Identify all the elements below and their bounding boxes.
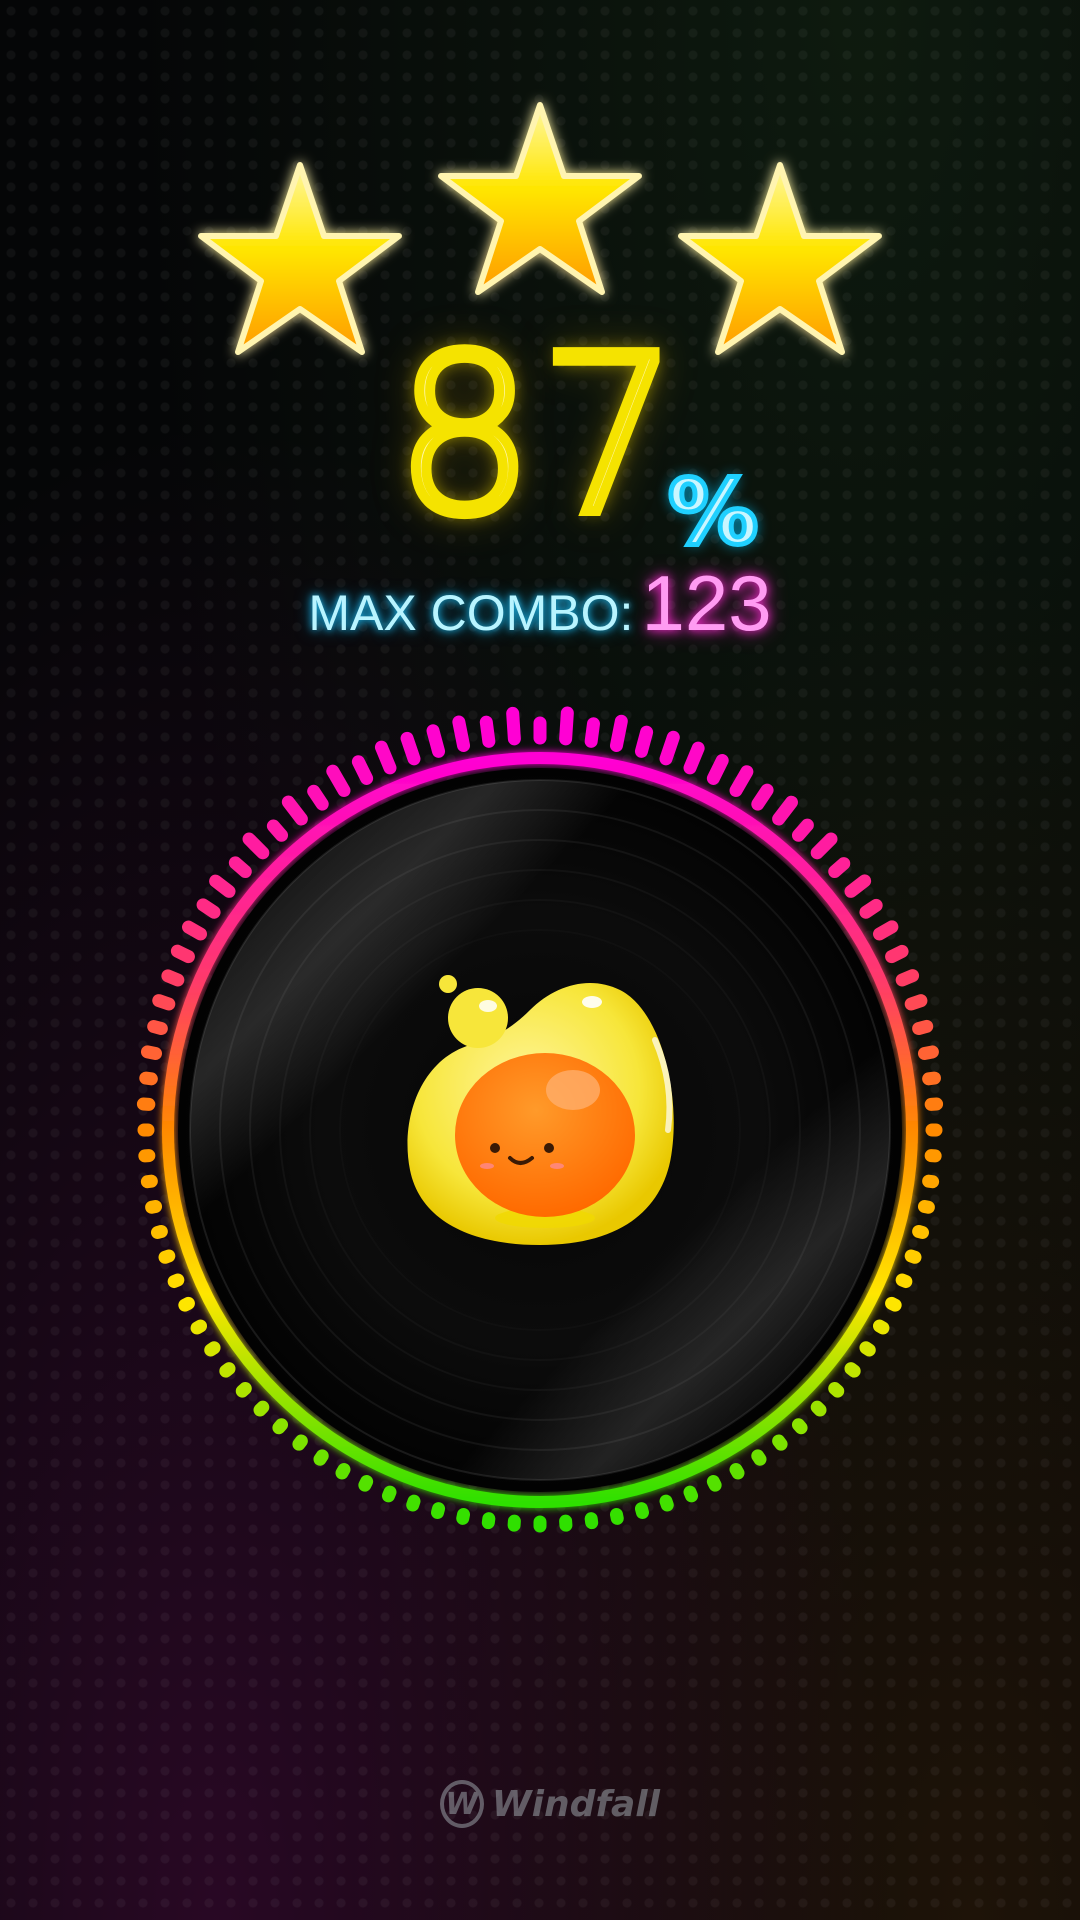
windfall-logo-text: Windfall [491,1783,660,1825]
visualizer-dot [729,765,754,798]
visualizer-dot [659,1494,674,1512]
visualizer-dot [506,706,521,746]
visualizer-dot [609,1507,624,1525]
visualizer-dot [912,1224,930,1239]
windfall-logo: W Windfall [440,1778,660,1830]
visualizer-dot [917,1199,935,1214]
visualizer-dot [751,1449,767,1466]
visualizer-dot [559,706,574,746]
visualizer-dot [219,1362,236,1378]
visualizer-dot [844,874,872,898]
visualizer-dot [772,795,798,826]
visualizer-dot [683,1485,699,1503]
visualizer-dot [810,832,838,860]
visualizer-dot [683,741,705,775]
visualizer-dot [452,715,471,753]
visualizer-dot [253,1400,270,1417]
visualizer-dot [584,717,600,748]
visualizer-dot [400,731,421,766]
visualizer-dot [872,1319,890,1335]
visualizer-dot [659,730,680,766]
visualizer-dot [828,1381,845,1398]
visualizer-dot [895,1273,913,1289]
visualizer-dot [904,1249,922,1264]
visualizer-dot [609,714,628,753]
visualizer-dot [584,1512,599,1530]
visualizer-dot [922,1174,940,1189]
visualizer-dot [922,1071,941,1086]
visualizer-dot [706,1475,722,1492]
visualizer-dot [150,1224,168,1239]
visualizer-dot [209,874,236,898]
visualizer-dot [170,944,195,964]
visualizer-dot [634,725,654,758]
visualizer-dot [161,969,185,987]
visualizer-dot [326,764,351,798]
visualizer-dot [895,969,920,987]
visualizer-dot [139,1071,158,1086]
visualizer-dot [152,994,176,1011]
visualizer-dot [358,1475,374,1492]
visualizer-dot [351,755,374,785]
visualizer-dot [479,715,496,748]
visualizer-dot [791,1418,808,1435]
visualizer-dot [204,1341,221,1357]
visualizer-dot [335,1462,351,1480]
visualizer-dot [729,1462,745,1480]
visualizer-dot [859,898,883,919]
visualizer-dot [828,857,851,879]
visualizer-dot [481,1512,496,1530]
visualizer-dot [307,784,329,811]
visualizer-dot [178,1296,195,1312]
visualizer-dot [140,1045,163,1061]
visualizer-dot [772,1434,788,1451]
visualizer-dot [158,1249,176,1264]
visualizer-dot [751,783,774,811]
visualizer-dot [885,1296,902,1312]
visualizer-dot [182,920,208,941]
visualizer-dot [235,1381,252,1398]
visualizer-dot [272,1418,289,1435]
visualizer-dot [634,1502,649,1520]
visualizer-dot [147,1019,168,1036]
visualizer-dot [281,795,308,826]
visualizer-dot [431,1502,446,1520]
visualizer-dot [374,740,397,775]
visualizer-dot [426,724,446,758]
visualizer-dot [196,898,221,919]
visualizer-dot [917,1045,939,1061]
visualizer-dot [885,944,909,964]
visualizer-dot [167,1273,185,1289]
visualizer-dot [190,1319,208,1335]
visualizer-dot [872,920,899,941]
visualizer-dot [810,1400,827,1417]
visualizer-dot [313,1449,329,1466]
visualizer-dot [859,1341,876,1357]
visualizer-dot [912,1019,934,1036]
visualizer-dot [145,1199,163,1214]
visualizer-dot [266,819,289,842]
visualizer-dot [904,994,928,1011]
visualizer-dot [844,1362,861,1378]
visualizer-dot [406,1494,421,1512]
visualizer-dot [456,1507,471,1525]
visualizer-dot [228,856,252,879]
visualizer-dot [140,1174,158,1189]
visualizer-dot [242,832,270,860]
visualizer-dot [292,1434,308,1451]
record-visualizer [136,706,944,1533]
windfall-logo-mark: W [440,1780,484,1828]
visualizer-dot [381,1485,397,1503]
visualizer-dot [791,818,814,842]
visualizer-dot [706,754,729,785]
